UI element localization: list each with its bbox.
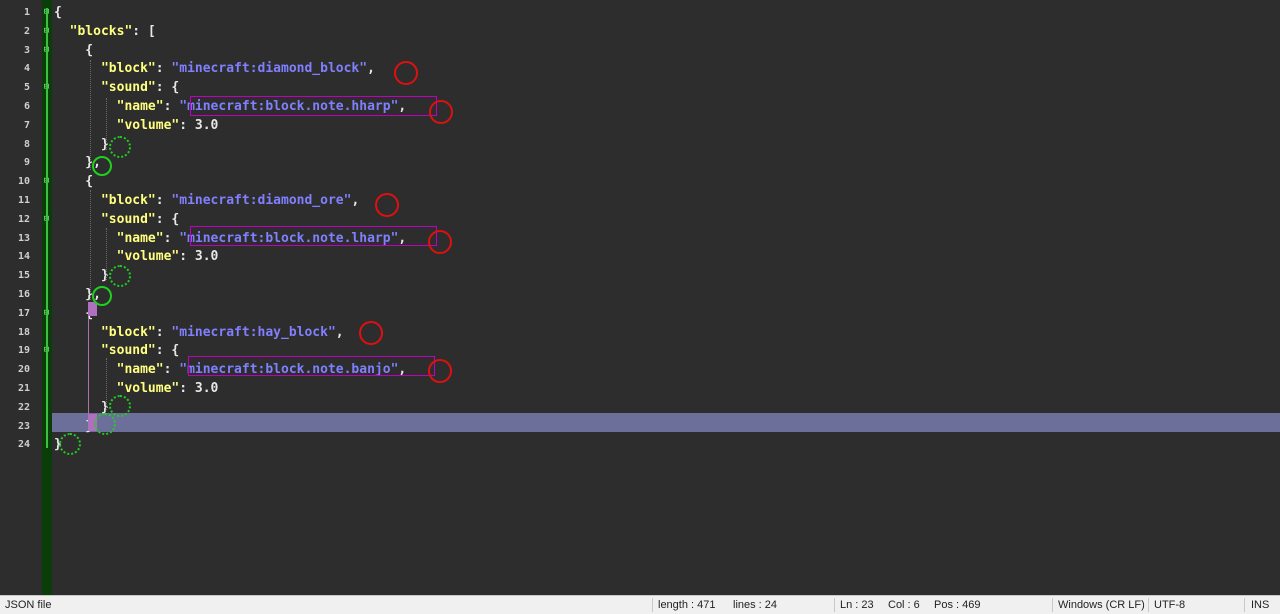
line-position: Ln : 23: [840, 599, 874, 611]
status-divider: [834, 598, 835, 612]
file-type: JSON file: [5, 599, 52, 611]
annotation-green-circle: [92, 286, 112, 306]
line-number: 16: [17, 289, 30, 300]
code-line[interactable]: }: [54, 135, 109, 154]
line-number: 20: [17, 364, 30, 376]
code-line[interactable]: "block": "minecraft:diamond_block",: [54, 59, 375, 78]
code-editor[interactable]: 1 2 3 4 5 6 7 8 9 10 11 12 13 14 15 16 17 18 19 20 21 22 23 24 …: [0, 0, 1280, 595]
line-number: 22: [17, 401, 30, 413]
char-position: Pos : 469: [934, 599, 981, 611]
indent-guide: [88, 318, 89, 428]
line-number: 1: [23, 7, 30, 18]
status-divider: [1244, 598, 1245, 612]
status-divider: [1052, 598, 1053, 612]
line-number-gutter: 1 2 3 4 5 6 7 8 9 10 11 12 13 14 15 16 17 18 19 20 21 22 23 24: [0, 0, 42, 595]
annotation-green-dotted-circle: [109, 395, 131, 417]
highlight-box: [188, 356, 435, 376]
code-line[interactable]: "sound": {: [54, 210, 179, 229]
line-number: 13: [17, 232, 30, 244]
current-line-highlight: [52, 413, 1280, 432]
line-number: 9: [23, 157, 30, 169]
code-line[interactable]: "blocks": [: [54, 22, 156, 41]
code-line[interactable]: {: [54, 172, 93, 191]
line-number: 11: [17, 195, 30, 206]
line-number: 23: [17, 420, 30, 432]
annotation-green-dotted-circle: [109, 136, 131, 158]
line-number: 15: [17, 270, 30, 282]
line-number: 12: [17, 213, 30, 225]
indent-guide: [106, 98, 107, 150]
code-line[interactable]: "volume": 3.0: [54, 247, 219, 266]
line-number: 10: [17, 176, 30, 188]
line-number: 5: [23, 82, 30, 94]
encoding[interactable]: UTF-8: [1154, 596, 1185, 614]
code-line[interactable]: "block": "minecraft:diamond_ore",: [54, 191, 359, 210]
annotation-red-circle: [428, 230, 452, 254]
code-line[interactable]: "sound": {: [54, 341, 179, 360]
length-info: length : 471: [658, 599, 716, 611]
eol-format[interactable]: Windows (CR LF): [1058, 596, 1145, 614]
indent-guide: [90, 190, 91, 300]
annotation-green-circle: [92, 156, 112, 176]
line-number: 18: [17, 326, 30, 338]
code-line[interactable]: }: [54, 266, 109, 285]
annotation-red-circle: [359, 321, 383, 345]
code-line[interactable]: "sound": {: [54, 78, 179, 97]
annotation-red-circle: [429, 100, 453, 124]
annotation-red-circle: [375, 193, 399, 217]
status-bar: JSON file length : 471 lines : 24 Ln : 2…: [0, 595, 1280, 614]
line-number: 6: [23, 101, 30, 112]
status-divider: [1148, 598, 1149, 612]
highlight-box: [190, 226, 437, 246]
line-number: 2: [23, 25, 30, 37]
code-line[interactable]: {: [54, 3, 62, 22]
indent-guide: [90, 60, 91, 170]
indent-guide: [106, 228, 107, 280]
lines-info: lines : 24: [733, 599, 778, 611]
line-number: 3: [23, 44, 30, 56]
code-line[interactable]: {: [54, 41, 93, 60]
line-number: 4: [23, 63, 30, 75]
annotation-green-dotted-circle: [109, 265, 131, 287]
fold-guide-line: [46, 8, 48, 448]
line-number: 21: [17, 383, 30, 394]
highlight-box: [190, 96, 437, 116]
code-line[interactable]: "volume": 3.0: [54, 116, 219, 135]
annotation-red-circle: [394, 61, 418, 85]
line-number: 8: [23, 138, 30, 150]
line-number: 7: [23, 119, 30, 131]
column-position: Col : 6: [888, 599, 920, 611]
annotation-green-dotted-circle: [59, 433, 81, 455]
line-number: 17: [17, 307, 30, 319]
insert-mode[interactable]: INS: [1251, 596, 1269, 614]
indent-guide: [106, 358, 107, 410]
line-number: 19: [17, 345, 30, 357]
annotation-green-dotted-circle: [94, 413, 116, 435]
status-divider: [652, 598, 653, 612]
annotation-red-circle: [428, 359, 452, 383]
code-line[interactable]: "volume": 3.0: [54, 379, 219, 398]
line-number: 14: [17, 251, 30, 263]
line-number: 24: [17, 439, 30, 451]
code-line[interactable]: "block": "minecraft:hay_block",: [54, 323, 344, 342]
